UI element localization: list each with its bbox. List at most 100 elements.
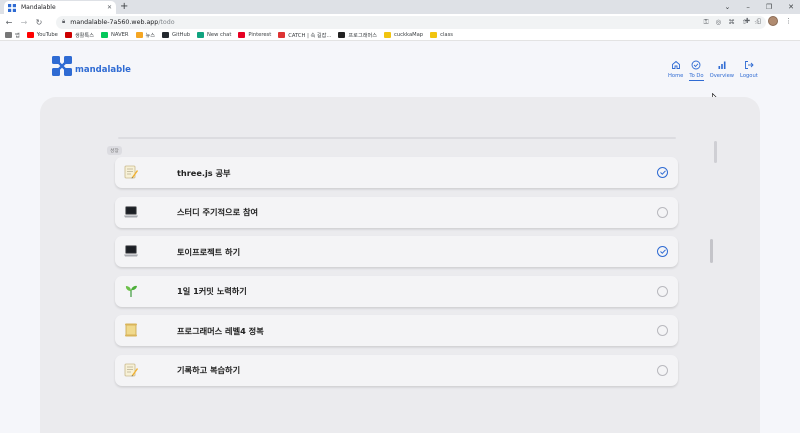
todo-item[interactable]: three.js 공부	[115, 157, 678, 188]
extensions-icon[interactable]: ✚	[744, 17, 750, 25]
browser-tab-bar: Mandalable ✕ + ⌄ – ❐ ✕	[0, 0, 800, 14]
minimize-icon[interactable]: –	[746, 1, 750, 13]
new-tab-button[interactable]: +	[120, 1, 128, 13]
bookmark-label: Pinterest	[248, 32, 272, 38]
laptop-icon	[123, 204, 139, 220]
bookmarks-bar: 앱 YouTube 생활톡스 NAVER 뉴스 GitHub New chat Pintere…	[0, 30, 800, 41]
todo-text: 1일 1커밋 노력하기	[177, 286, 247, 296]
google-lens-icon[interactable]: ◎	[716, 16, 722, 29]
logo-text: mandalable	[75, 65, 131, 75]
unchecked-checkbox[interactable]	[657, 285, 668, 297]
bookmark-lifetalk[interactable]: 생활톡스	[64, 32, 94, 39]
forward-icon[interactable]: →	[18, 18, 30, 27]
profile-avatar[interactable]	[768, 16, 778, 26]
restore-icon[interactable]: ❐	[766, 1, 772, 13]
address-bar[interactable]: 🔒︎ mandalable-7a560.web.app/todo ⚿ ◎ ⌘ ⇧…	[56, 15, 766, 29]
close-tab-icon[interactable]: ✕	[107, 4, 112, 11]
nav-logout[interactable]: Logout	[740, 60, 758, 81]
unchecked-checkbox[interactable]	[657, 325, 668, 336]
nav-home[interactable]: Home	[668, 60, 683, 81]
memo-icon	[123, 362, 139, 378]
menu-icon[interactable]: ⋮	[785, 17, 792, 25]
window-controls: ⌄ – ❐ ✕	[724, 1, 794, 13]
bookmark-label: NAVER	[110, 32, 129, 38]
bookmark-youtube[interactable]: YouTube	[26, 32, 58, 38]
bar-chart-icon	[718, 61, 726, 69]
todo-text: 프로그래머스 레벨4 정복	[177, 325, 264, 336]
todo-item[interactable]: 프로그래머스 레벨4 정복	[115, 315, 678, 346]
tab-search-icon[interactable]: ⌄	[724, 1, 730, 13]
close-window-icon[interactable]: ✕	[788, 1, 794, 13]
bookmark-class[interactable]: class	[430, 32, 453, 38]
section-divider	[118, 137, 676, 139]
browser-toolbar: ← → ↻ 🔒︎ mandalable-7a560.web.app/todo ⚿…	[0, 14, 800, 30]
new-chat-icon	[197, 32, 205, 38]
bookmark-new-chat[interactable]: New chat	[197, 32, 231, 38]
bookmark-cuckkamap[interactable]: cuckkaMap	[384, 32, 423, 38]
scroll-icon	[123, 322, 139, 338]
todo-item[interactable]: 스터디 주기적으로 참여	[115, 196, 678, 228]
todo-item[interactable]: 기록하고 복습하기	[115, 354, 678, 386]
bookmark-label: 프로그래머스	[348, 32, 378, 39]
scrollbar-thumb[interactable]	[710, 239, 713, 263]
nav-todo[interactable]: To Do	[689, 60, 704, 81]
checked-checkbox[interactable]	[657, 246, 668, 257]
unchecked-checkbox[interactable]	[657, 206, 668, 218]
class-icon	[430, 32, 438, 38]
todo-panel: 성장 three.js 공부스터디 주기적으로 참여토이프로젝트 하기 1일 1커…	[40, 97, 760, 433]
bookmark-catch[interactable]: CATCH | 속 길잡...	[278, 32, 331, 39]
unchecked-checkbox[interactable]	[657, 364, 668, 376]
bookmark-label: 생활톡스	[74, 32, 94, 39]
lock-icon[interactable]: 🔒︎	[62, 18, 65, 26]
section-tag: 성장	[107, 146, 122, 155]
naver-icon	[100, 32, 108, 38]
mandalable-favicon-icon	[8, 3, 16, 12]
lifetalk-icon	[64, 32, 72, 38]
bookmark-naver[interactable]: NAVER	[100, 32, 129, 38]
bookmark-label: GitHub	[172, 32, 191, 38]
reload-icon[interactable]: ↻	[33, 18, 45, 27]
todo-item[interactable]: 1일 1커밋 노력하기	[115, 275, 678, 307]
toolbar-right: ✚ ▯ ⋮	[744, 16, 792, 26]
apps-icon	[5, 32, 12, 38]
bookmark-label: New chat	[207, 32, 232, 38]
bookmark-label: CATCH | 속 길잡...	[288, 32, 332, 39]
browser-tab[interactable]: Mandalable ✕	[4, 1, 116, 14]
bookmark-label: class	[440, 32, 453, 38]
side-panel-icon[interactable]: ▯	[757, 17, 761, 25]
bookmark-label: 뉴스	[145, 32, 156, 39]
bookmark-label: cuckkaMap	[394, 32, 424, 38]
bookmark-github[interactable]: GitHub	[162, 32, 190, 38]
nav-todo-label: To Do	[689, 73, 704, 81]
home-icon	[671, 60, 680, 69]
main-nav: Home To Do Overview Logout	[668, 60, 764, 81]
programmers-icon	[338, 32, 346, 38]
url-path: /todo	[158, 18, 175, 26]
logout-icon	[744, 61, 754, 69]
nav-home-label: Home	[668, 73, 684, 79]
bookmark-label: YouTube	[36, 32, 58, 38]
checkmark-icon	[659, 249, 666, 254]
bookmark-pinterest[interactable]: Pinterest	[238, 32, 271, 38]
scrollbar-track[interactable]	[714, 141, 717, 163]
translate-icon[interactable]: ⌘	[728, 16, 735, 29]
app-page: mandalable Home To Do Overview Logout 성장…	[0, 41, 800, 433]
todo-item[interactable]: 토이프로젝트 하기	[115, 236, 678, 267]
checked-checkbox[interactable]	[657, 167, 668, 178]
checkmark-icon	[659, 170, 666, 175]
bookmark-apps[interactable]: 앱	[5, 32, 20, 39]
memo-icon	[123, 164, 139, 180]
app-logo[interactable]: mandalable	[52, 56, 131, 76]
todo-text: 스터디 주기적으로 참여	[177, 207, 259, 217]
youtube-icon	[26, 32, 34, 38]
nav-overview[interactable]: Overview	[710, 60, 734, 81]
back-icon[interactable]: ←	[3, 18, 15, 27]
todo-text: 기록하고 복습하기	[177, 365, 241, 375]
todo-list: three.js 공부스터디 주기적으로 참여토이프로젝트 하기 1일 1커밋 노…	[115, 157, 678, 394]
check-circle-icon	[692, 60, 701, 70]
bookmark-news[interactable]: 뉴스	[135, 32, 156, 39]
mandalable-logo-icon	[52, 56, 72, 76]
browser-tab-title: Mandalable	[21, 4, 56, 11]
bookmark-programmers[interactable]: 프로그래머스	[338, 32, 377, 39]
key-icon[interactable]: ⚿	[704, 16, 709, 29]
